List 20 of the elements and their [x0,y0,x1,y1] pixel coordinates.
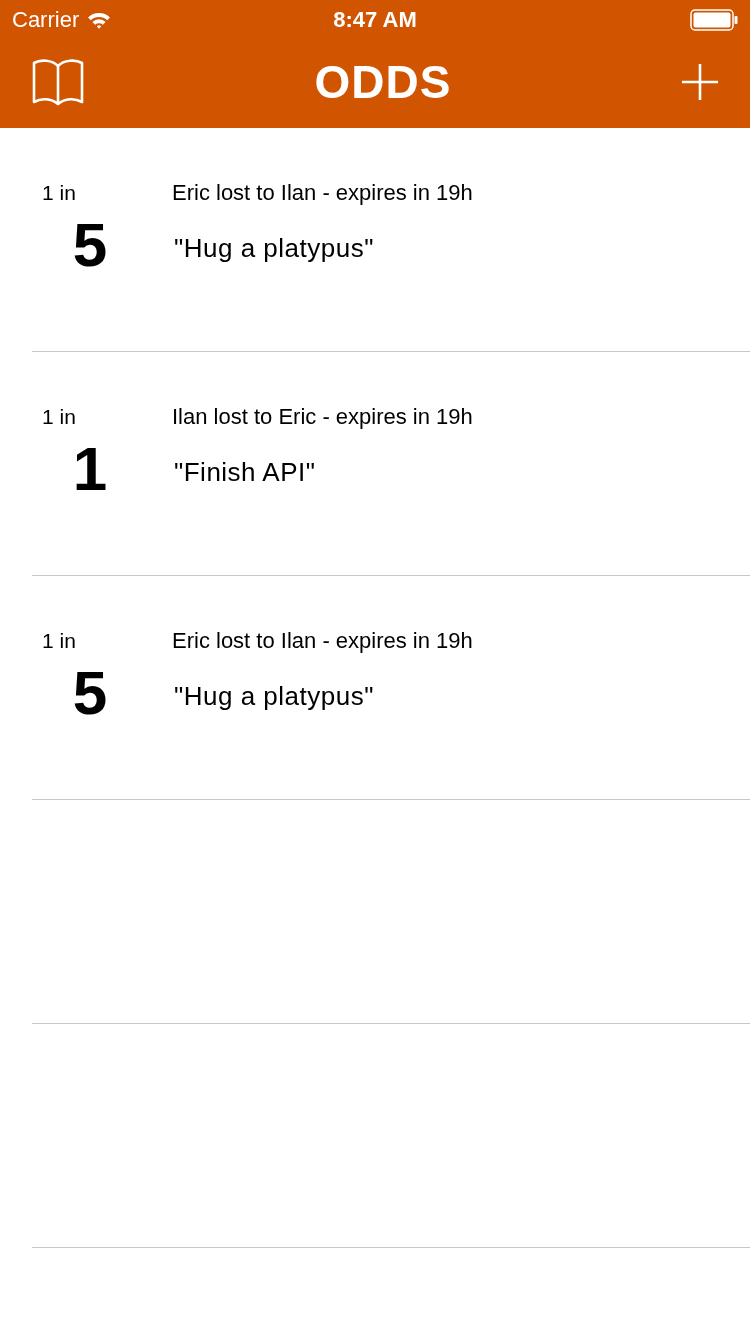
book-icon [32,57,84,107]
odds-prefix: 1 in [42,628,76,654]
bet-title: Eric lost to Ilan - expires in 19h [172,180,473,206]
app-title: ODDS [314,55,452,109]
bet-title: Eric lost to Ilan - expires in 19h [172,628,473,654]
plus-icon [682,64,718,100]
dare-text: "Hug a platypus" [174,680,374,712]
dare-text: "Finish API" [174,456,316,488]
status-time: 8:47 AM [333,7,417,33]
battery-icon [690,9,738,31]
add-button[interactable] [680,62,720,102]
carrier-name: Carrier [12,7,80,33]
odds-prefix: 1 in [42,404,76,430]
odds-number: 1 [72,438,108,500]
odds-prefix: 1 in [42,180,76,206]
bet-title: Ilan lost to Eric - expires in 19h [172,404,473,430]
wifi-icon [87,11,112,29]
odds-number: 5 [72,214,108,276]
odds-number: 5 [72,662,108,724]
dare-text: "Hug a platypus" [174,232,374,264]
